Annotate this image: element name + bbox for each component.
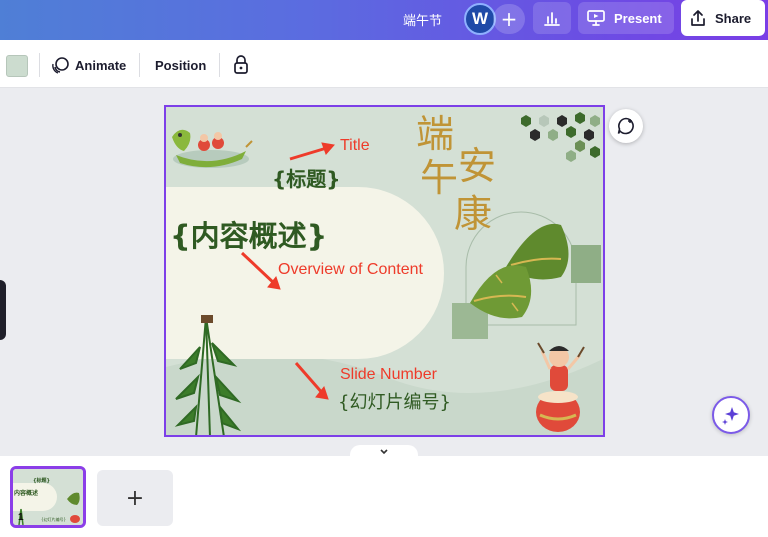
thumbnail-footer: {幻灯片编号} xyxy=(41,517,67,522)
overview-annotation: Overview of Content xyxy=(278,261,423,278)
share-button[interactable]: Share xyxy=(681,0,765,36)
toolbar-divider xyxy=(39,53,40,77)
present-button[interactable]: Present xyxy=(578,2,674,34)
animate-label: Animate xyxy=(75,57,127,73)
page-strip: {标题} 内容概述 {幻灯片编号} 1 + xyxy=(0,456,768,537)
add-page-button[interactable]: + xyxy=(97,470,173,526)
animate-icon xyxy=(52,56,69,74)
slide-number-placeholder[interactable]: {幻灯片编号} xyxy=(338,388,451,414)
document-title[interactable]: 端午节 xyxy=(403,10,442,29)
toolbar-divider xyxy=(139,53,140,77)
title-placeholder[interactable]: {标题} xyxy=(272,163,340,192)
page-number: 1 xyxy=(18,512,24,523)
thumbnail-title: {标题} xyxy=(33,478,51,484)
side-panel-handle[interactable] xyxy=(0,280,6,340)
page-thumbnail[interactable]: {标题} 内容概述 {幻灯片编号} 1 xyxy=(10,466,86,528)
background-color-swatch[interactable] xyxy=(6,55,28,77)
slide-number-annotation: Slide Number xyxy=(340,366,437,383)
calligraphy-char: 康 xyxy=(454,192,493,236)
toolbar-divider xyxy=(219,53,220,77)
present-icon xyxy=(587,10,605,26)
calligraphy-char: 端 xyxy=(416,112,455,156)
bar-chart-icon xyxy=(544,12,560,26)
comment-plus-icon xyxy=(617,117,634,135)
user-avatar[interactable]: W xyxy=(464,3,496,35)
add-collaborator-button[interactable]: + xyxy=(493,4,525,34)
title-annotation: Title xyxy=(340,137,370,154)
slide-canvas[interactable]: Title {标题} {内容概述} Overview of Content Sl… xyxy=(164,105,605,437)
sparkle-icon xyxy=(722,407,739,425)
magic-assistant-button[interactable] xyxy=(712,396,750,434)
position-button[interactable]: Position xyxy=(155,52,206,78)
chevron-down-icon xyxy=(380,449,388,455)
present-label: Present xyxy=(614,10,662,26)
thumbnail-overview: 内容概述 xyxy=(14,490,39,497)
overview-placeholder[interactable]: {内容概述} xyxy=(170,213,327,255)
insights-button[interactable] xyxy=(533,2,571,34)
top-bar: 端午节 W + Present Share xyxy=(0,0,768,40)
lock-button[interactable] xyxy=(233,52,249,78)
animate-button[interactable]: Animate xyxy=(51,52,126,78)
calligraphy-char: 安 xyxy=(458,144,497,188)
share-upload-icon xyxy=(691,10,705,26)
add-comment-button[interactable] xyxy=(609,109,643,143)
context-toolbar: Animate Position xyxy=(0,40,768,88)
share-label: Share xyxy=(715,10,752,26)
position-label: Position xyxy=(155,57,207,73)
calligraphy-char: 午 xyxy=(420,156,459,200)
lock-icon xyxy=(234,55,248,74)
